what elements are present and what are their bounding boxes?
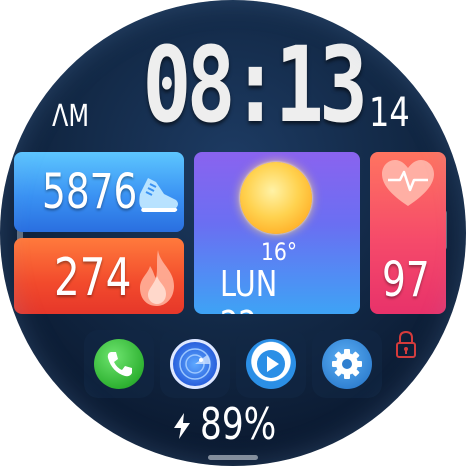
settings-shortcut-button[interactable] xyxy=(312,330,382,398)
sun-icon xyxy=(240,162,312,234)
radar-button-disc xyxy=(170,339,220,389)
calories-tile[interactable]: 274 xyxy=(14,238,184,314)
steps-value: 5876 xyxy=(42,164,138,220)
radar-icon xyxy=(179,348,211,380)
watch-face: 08:13 ΛM 14 5876 274 16° LUN 22 97 xyxy=(0,0,466,466)
heart-rate-value: 97 xyxy=(382,252,430,308)
bottom-edge-marker xyxy=(208,455,258,460)
battery-indicator: 89% xyxy=(168,398,308,452)
time-seconds: 14 xyxy=(369,90,410,136)
heart-pulse-icon xyxy=(382,160,434,206)
temperature: 16° xyxy=(260,238,298,266)
bolt-icon xyxy=(174,413,190,439)
radar-shortcut-button[interactable] xyxy=(160,330,230,398)
heart-rate-tile[interactable]: 97 xyxy=(370,152,446,314)
play-button-disc xyxy=(246,339,296,389)
settings-button-disc xyxy=(322,339,372,389)
gear-icon xyxy=(332,349,362,379)
am-pm-indicator: ΛM xyxy=(52,99,90,134)
phone-shortcut-button[interactable] xyxy=(84,330,154,398)
lock-icon[interactable] xyxy=(395,330,417,360)
time-hours-minutes: 08:13 xyxy=(142,24,368,146)
date: LUN 22 xyxy=(220,264,278,315)
play-shortcut-button[interactable] xyxy=(236,330,306,398)
weather-tile[interactable]: 16° LUN 22 xyxy=(194,152,360,314)
phone-button-disc xyxy=(94,339,144,389)
play-icon xyxy=(257,350,285,378)
phone-icon xyxy=(107,352,132,377)
calories-value: 274 xyxy=(54,248,132,308)
battery-level: 89% xyxy=(200,399,277,450)
sneaker-icon xyxy=(139,178,178,212)
flame-icon xyxy=(140,250,174,306)
steps-tile[interactable]: 5876 xyxy=(14,152,184,232)
